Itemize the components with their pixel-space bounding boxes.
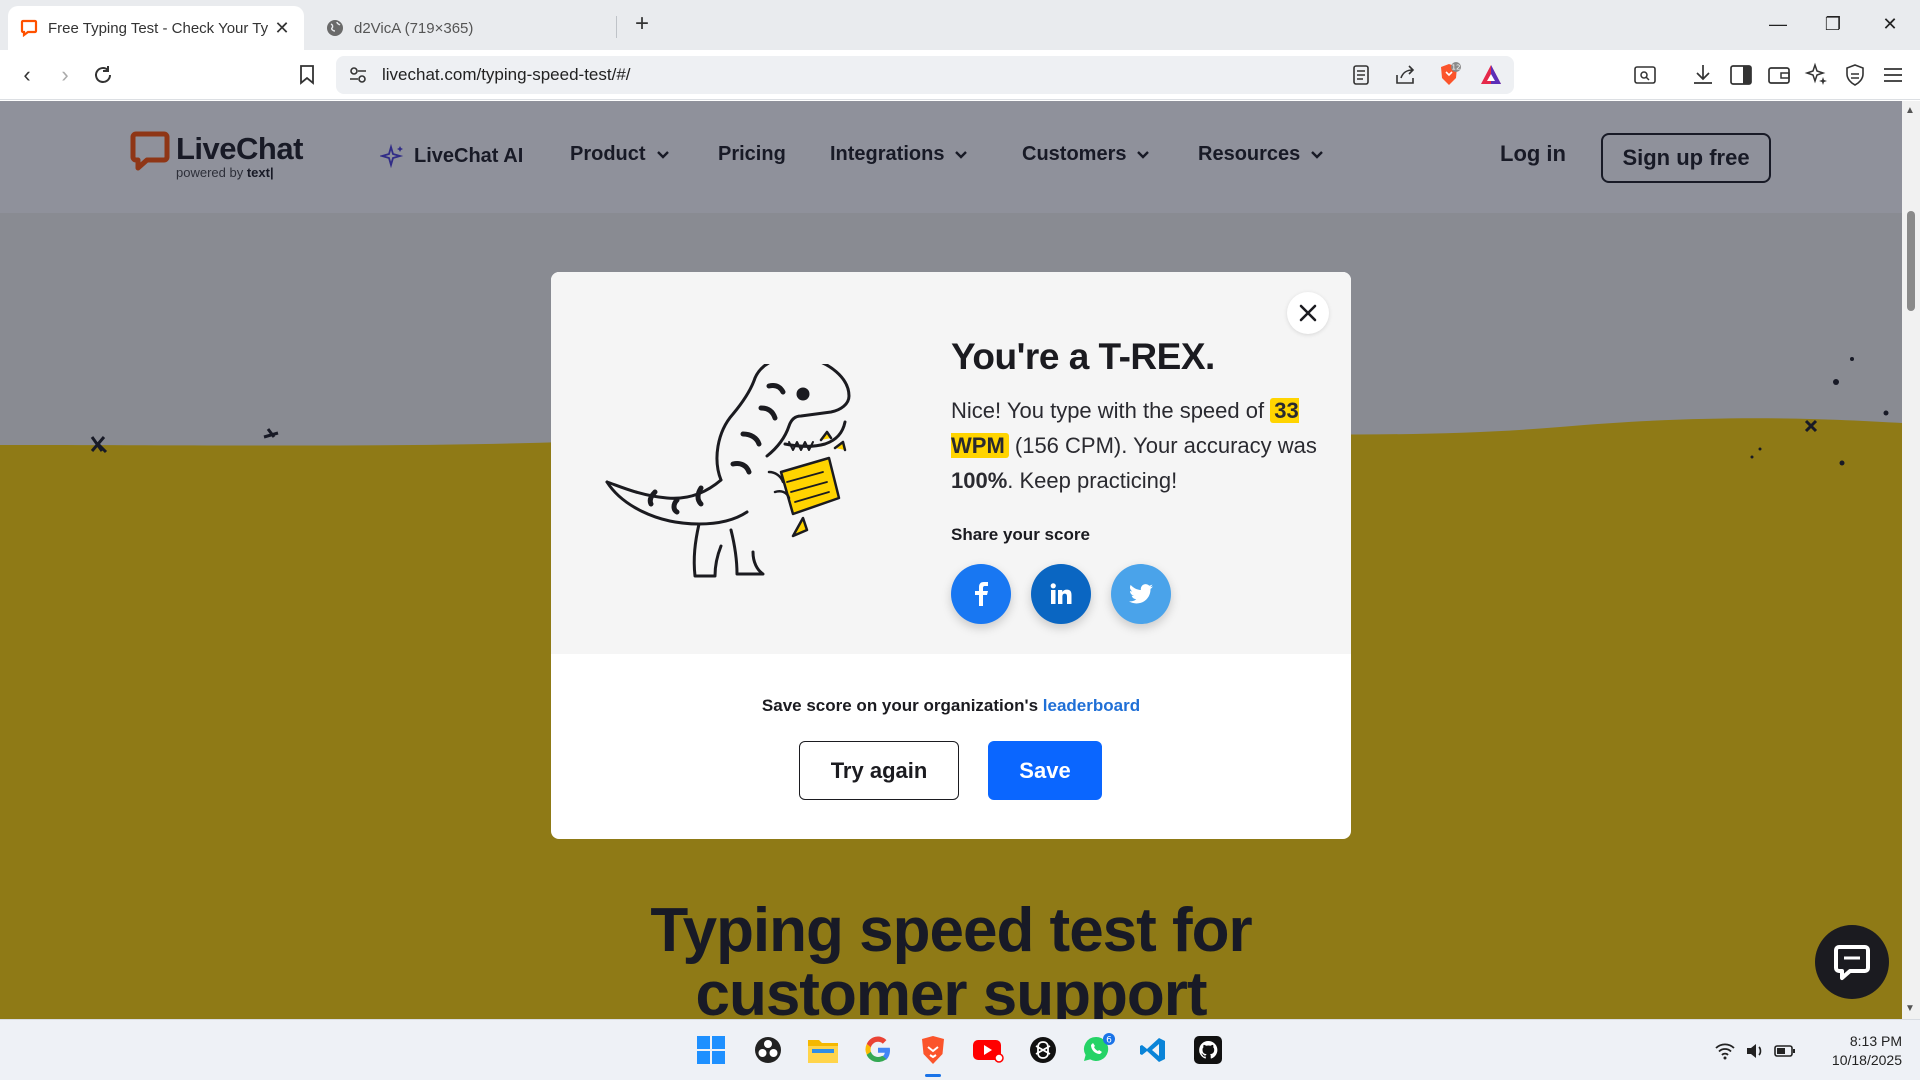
leaderboard-link[interactable]: leaderboard bbox=[1043, 696, 1140, 715]
result-text-end: . Keep practicing! bbox=[1007, 468, 1178, 493]
wifi-icon[interactable] bbox=[1714, 1040, 1736, 1062]
windows-start-icon bbox=[697, 1036, 725, 1064]
share-icon[interactable] bbox=[1392, 62, 1418, 88]
bookmark-icon bbox=[300, 65, 314, 85]
tab-divider bbox=[616, 16, 617, 38]
shields-badge: 12 bbox=[1452, 64, 1461, 72]
taskbar-youtube[interactable] bbox=[970, 1032, 1006, 1068]
brave-browser-icon bbox=[922, 1036, 944, 1064]
tab-image[interactable]: d2VicA (719×365) bbox=[314, 6, 614, 50]
taskbar-google[interactable] bbox=[860, 1032, 896, 1068]
accuracy-value: 100% bbox=[951, 468, 1008, 493]
result-description: Nice! You type with the speed of 33 WPM … bbox=[951, 393, 1323, 498]
active-app-indicator bbox=[925, 1074, 941, 1077]
reader-mode-icon[interactable] bbox=[1348, 62, 1374, 88]
windows-start-button[interactable] bbox=[693, 1032, 729, 1068]
tab-title: d2VicA (719×365) bbox=[354, 19, 474, 37]
chat-widget-button[interactable] bbox=[1815, 925, 1889, 999]
globe-icon bbox=[327, 20, 343, 36]
brave-rewards-icon[interactable] bbox=[1478, 62, 1504, 88]
youtube-icon bbox=[973, 1040, 1004, 1063]
taskbar-github[interactable] bbox=[1190, 1032, 1226, 1068]
whatsapp-badge: 6 bbox=[1106, 1036, 1112, 1046]
tab-title: Free Typing Test - Check Your Ty bbox=[48, 19, 269, 37]
reload-button[interactable] bbox=[88, 60, 118, 90]
download-icon[interactable] bbox=[1690, 62, 1716, 88]
browser-tab-strip: Free Typing Test - Check Your Ty ✕ d2Vic… bbox=[0, 0, 1920, 50]
wallet-icon[interactable] bbox=[1766, 62, 1792, 88]
clock-date: 10/18/2025 bbox=[1831, 1052, 1902, 1068]
tab-typing-test[interactable]: Free Typing Test - Check Your Ty ✕ bbox=[8, 6, 304, 50]
back-button[interactable]: ‹ bbox=[12, 60, 42, 90]
github-icon bbox=[1194, 1036, 1222, 1064]
sidebar-icon[interactable] bbox=[1728, 62, 1754, 88]
volume-icon[interactable] bbox=[1744, 1040, 1766, 1062]
google-chrome-icon bbox=[865, 1036, 890, 1063]
forward-button[interactable]: › bbox=[50, 60, 80, 90]
clock-time: 8:13 PM bbox=[1849, 1033, 1902, 1049]
t-rex-illustration bbox=[605, 364, 851, 578]
obs-icon bbox=[755, 1037, 781, 1063]
vscode-icon bbox=[1140, 1038, 1165, 1062]
reload-icon bbox=[95, 66, 111, 83]
address-bar[interactable]: livechat.com/typing-speed-test/#/ 12 bbox=[336, 56, 1514, 94]
new-tab-button[interactable]: + bbox=[628, 10, 656, 38]
try-again-button[interactable]: Try again bbox=[799, 741, 959, 800]
whatsapp-icon: 6 bbox=[1083, 1033, 1115, 1061]
share-facebook-button[interactable] bbox=[951, 564, 1011, 624]
taskbar-whatsapp[interactable]: 6 bbox=[1080, 1032, 1116, 1068]
result-title: You're a T-REX. bbox=[951, 336, 1215, 377]
browser-toolbar: ‹ › livechat.com/typing-speed-test/#/ 12 bbox=[0, 50, 1920, 100]
scrollbar-thumb[interactable] bbox=[1907, 211, 1915, 311]
restore-button[interactable]: ❐ bbox=[1813, 10, 1853, 38]
taskbar-chatgpt[interactable] bbox=[1025, 1032, 1061, 1068]
taskbar-brave[interactable] bbox=[915, 1032, 951, 1068]
save-button[interactable]: Save bbox=[988, 741, 1102, 800]
share-linkedin-button[interactable] bbox=[1031, 564, 1091, 624]
close-icon bbox=[1299, 304, 1317, 322]
livechat-favicon-icon bbox=[20, 19, 38, 37]
typing-result-modal: You're a T-REX. Nice! You type with the … bbox=[551, 272, 1351, 839]
scroll-up-arrow-icon[interactable]: ▲ bbox=[1905, 105, 1915, 116]
result-text-start: Nice! You type with the speed of bbox=[951, 398, 1271, 423]
share-label: Share your score bbox=[951, 525, 1090, 544]
menu-icon[interactable] bbox=[1880, 62, 1906, 88]
taskbar-obs[interactable] bbox=[750, 1032, 786, 1068]
file-explorer-icon bbox=[808, 1040, 838, 1063]
taskbar-file-explorer[interactable] bbox=[805, 1032, 841, 1068]
close-tab-icon[interactable]: ✕ bbox=[272, 18, 292, 39]
close-window-button[interactable]: ✕ bbox=[1870, 10, 1910, 38]
system-clock[interactable]: 8:13 PM 10/18/2025 bbox=[1812, 1032, 1902, 1070]
scroll-down-arrow-icon[interactable]: ▼ bbox=[1905, 1003, 1915, 1014]
vpn-shield-icon[interactable] bbox=[1842, 62, 1868, 88]
battery-icon[interactable] bbox=[1774, 1040, 1796, 1062]
save-score-text: Save score on your organization's leader… bbox=[551, 696, 1351, 716]
taskbar-vscode[interactable] bbox=[1135, 1032, 1171, 1068]
chatgpt-icon bbox=[1030, 1037, 1056, 1063]
site-settings-icon bbox=[350, 67, 366, 83]
twitter-icon bbox=[1129, 584, 1153, 604]
search-tab-icon[interactable] bbox=[1632, 62, 1658, 88]
minimize-button[interactable]: — bbox=[1758, 10, 1798, 38]
windows-taskbar: 6 8:13 PM 10/18/2025 bbox=[0, 1019, 1920, 1080]
url-text: livechat.com/typing-speed-test/#/ bbox=[382, 65, 631, 84]
result-text-middle: (156 CPM). Your accuracy was bbox=[1008, 433, 1317, 458]
page-scrollbar[interactable]: ▲ ▼ bbox=[1902, 101, 1920, 1019]
modal-close-button[interactable] bbox=[1287, 292, 1329, 334]
linkedin-icon bbox=[1050, 583, 1072, 604]
bookmark-button[interactable] bbox=[292, 60, 322, 90]
chat-icon bbox=[1834, 945, 1870, 980]
brave-shields-icon[interactable]: 12 bbox=[1436, 62, 1462, 88]
facebook-icon bbox=[975, 582, 988, 606]
share-twitter-button[interactable] bbox=[1111, 564, 1171, 624]
leo-ai-icon[interactable] bbox=[1804, 62, 1830, 88]
page-viewport: LiveChat powered by text| LiveChat AI Pr… bbox=[0, 101, 1902, 1019]
save-score-prefix: Save score on your organization's bbox=[761, 696, 1043, 715]
